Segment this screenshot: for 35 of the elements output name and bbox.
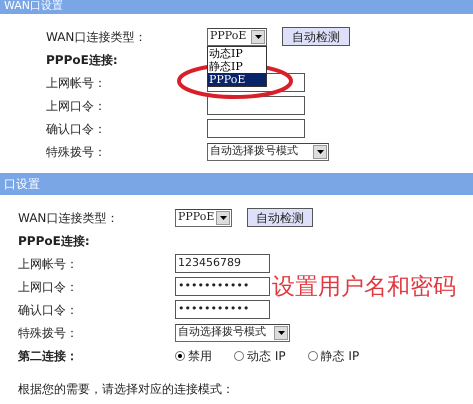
field-label: WAN口连接类型： xyxy=(46,28,148,46)
radio-button[interactable] xyxy=(175,350,185,360)
field-label: PPPoE连接: xyxy=(18,232,90,250)
field-label: 上网帐号： xyxy=(18,256,79,272)
radio-option[interactable]: 动态 IP xyxy=(234,346,286,364)
field-label: 第二连接： xyxy=(18,348,79,364)
field-label: WAN口连接类型： xyxy=(18,210,120,226)
instruction-text: 根据您的需要，请选择对应的连接模式： xyxy=(18,380,234,398)
radio-button[interactable] xyxy=(234,350,244,360)
input-field[interactable]: 123456789 xyxy=(175,254,270,273)
field-label: 确认口令： xyxy=(18,302,79,318)
select-field[interactable]: PPPoE xyxy=(175,208,232,226)
field-label: 上网口令： xyxy=(18,278,79,296)
select-field[interactable]: 自动选择拨号模式 xyxy=(175,324,290,342)
radio-button[interactable] xyxy=(308,350,318,360)
field-label: 特殊拨号： xyxy=(18,324,79,342)
input-field[interactable] xyxy=(207,96,305,115)
radio-option[interactable]: 禁用 xyxy=(175,346,212,364)
select-field[interactable]: PPPoE xyxy=(207,28,267,46)
auto-detect-button[interactable]: 自动检测 xyxy=(247,208,313,227)
input-field[interactable]: ••••••••••• xyxy=(175,277,270,296)
annotation-text: 设置用户名和密码 xyxy=(272,274,456,300)
dropdown-option[interactable]: PPPoE xyxy=(208,72,266,86)
field-label: PPPoE连接: xyxy=(46,52,118,68)
field-label: 上网帐号： xyxy=(46,74,107,92)
section-header: WAN口设置 xyxy=(0,0,473,14)
radio-option[interactable]: 静态 IP xyxy=(308,346,360,364)
field-label: 特殊拨号： xyxy=(46,144,107,160)
field-label: 上网口令： xyxy=(46,98,107,114)
input-field[interactable] xyxy=(207,119,305,138)
select-field[interactable]: 自动选择拨号模式 xyxy=(207,142,329,160)
input-field[interactable]: ••••••••••• xyxy=(175,300,270,319)
section-header: 口设置 xyxy=(0,173,473,195)
field-label: 确认口令： xyxy=(46,120,107,138)
auto-detect-button[interactable]: 自动检测 xyxy=(282,27,350,46)
